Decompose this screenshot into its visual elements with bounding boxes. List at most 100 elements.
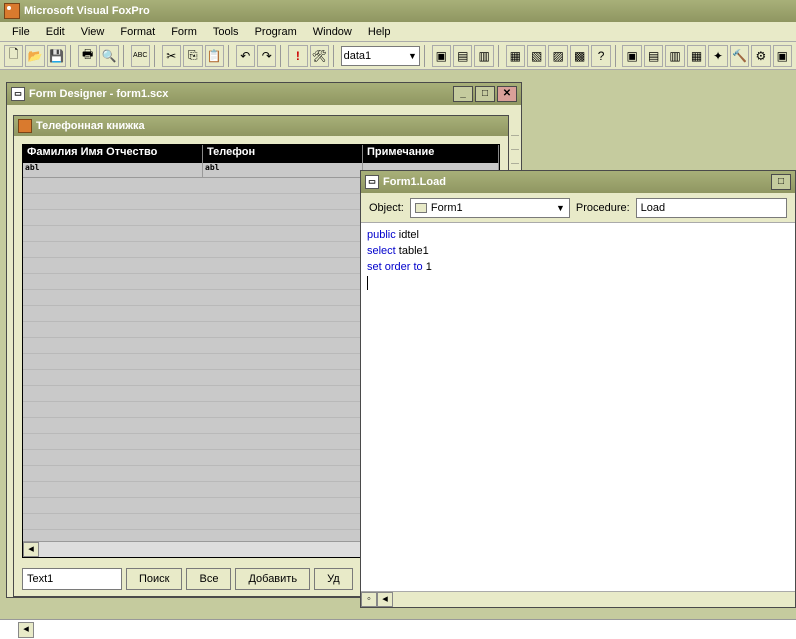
ext2-button[interactable]: ▤ bbox=[644, 45, 663, 67]
designed-form-title: Телефонная книжка bbox=[36, 120, 145, 132]
procedure-combo-value: Load bbox=[641, 202, 665, 214]
ext1-button[interactable]: ▣ bbox=[622, 45, 641, 67]
cut-button[interactable]: ✂ bbox=[162, 45, 181, 67]
ext7-button[interactable]: ▣ bbox=[773, 45, 792, 67]
spellcheck-button[interactable]: ABC bbox=[131, 45, 150, 67]
misc3-button[interactable]: ▨ bbox=[548, 45, 567, 67]
close-button[interactable]: ✕ bbox=[497, 86, 517, 102]
mdi-hscroll[interactable]: ◂ bbox=[0, 619, 796, 639]
menubar: File Edit View Format Form Tools Program… bbox=[0, 22, 796, 42]
maximize-button[interactable]: □ bbox=[771, 174, 791, 190]
code-editor-toolbar: Object: Form1 ▼ Procedure: Load bbox=[361, 193, 795, 223]
open-button[interactable]: 📂 bbox=[25, 45, 44, 67]
copy-button[interactable]: ⎘ bbox=[183, 45, 202, 67]
menu-format[interactable]: Format bbox=[112, 24, 163, 40]
form-designer-icon: ▭ bbox=[11, 87, 25, 101]
undo-button[interactable]: ↶ bbox=[236, 45, 255, 67]
ext5-button[interactable]: ✦ bbox=[708, 45, 727, 67]
separator bbox=[123, 45, 127, 67]
separator bbox=[333, 45, 337, 67]
window-button[interactable]: ▣ bbox=[432, 45, 451, 67]
separator bbox=[228, 45, 232, 67]
save-button[interactable]: 💾 bbox=[47, 45, 66, 67]
object-combo[interactable]: Form1 ▼ bbox=[410, 198, 570, 218]
menu-edit[interactable]: Edit bbox=[38, 24, 73, 40]
text1-input[interactable] bbox=[22, 568, 122, 590]
keyword: set order to bbox=[367, 261, 423, 273]
all-button[interactable]: Все bbox=[186, 568, 231, 590]
form-designer-title: Form Designer - form1.scx bbox=[29, 88, 168, 100]
app-title: Microsoft Visual FoxPro bbox=[24, 5, 150, 17]
database-combo-value: data1 bbox=[344, 50, 372, 62]
separator bbox=[498, 45, 502, 67]
help-button[interactable]: ? bbox=[591, 45, 610, 67]
code-editor-body[interactable]: public idtel select table1 set order to … bbox=[361, 223, 795, 591]
menu-form[interactable]: Form bbox=[163, 24, 205, 40]
ext4-button[interactable]: ▦ bbox=[687, 45, 706, 67]
maximize-button[interactable]: □ bbox=[475, 86, 495, 102]
scroll-anchor-icon[interactable]: ◦ bbox=[361, 592, 377, 607]
menu-program[interactable]: Program bbox=[247, 24, 305, 40]
menu-window[interactable]: Window bbox=[305, 24, 360, 40]
menu-tools[interactable]: Tools bbox=[205, 24, 247, 40]
menu-file[interactable]: File bbox=[4, 24, 38, 40]
code-editor-window: ▭ Form1.Load □ Object: Form1 ▼ Procedure… bbox=[360, 170, 796, 608]
new-button[interactable]: 🗋 bbox=[4, 45, 23, 67]
grid-header-tel[interactable]: Телефон bbox=[203, 145, 363, 163]
separator bbox=[280, 45, 284, 67]
browse-button[interactable]: ▥ bbox=[474, 45, 493, 67]
menu-view[interactable]: View bbox=[73, 24, 113, 40]
print-button[interactable]: 🖶 bbox=[78, 45, 97, 67]
scroll-left-icon[interactable]: ◂ bbox=[23, 542, 39, 557]
redo-button[interactable]: ↷ bbox=[257, 45, 276, 67]
paste-button[interactable]: 📋 bbox=[205, 45, 224, 67]
menu-help[interactable]: Help bbox=[360, 24, 399, 40]
search-button[interactable]: Поиск bbox=[126, 568, 182, 590]
delete-button[interactable]: Уд bbox=[314, 568, 353, 590]
code-editor-titlebar[interactable]: ▭ Form1.Load □ bbox=[361, 171, 795, 193]
grid-header-prim[interactable]: Примечание bbox=[363, 145, 499, 163]
build-button[interactable]: 🔨 bbox=[730, 45, 749, 67]
separator bbox=[424, 45, 428, 67]
grid-header-fio[interactable]: Фамилия Имя Отчество bbox=[23, 145, 203, 163]
procedure-combo[interactable]: Load bbox=[636, 198, 787, 218]
scroll-left-icon[interactable]: ◂ bbox=[377, 592, 393, 607]
keyword: select bbox=[367, 245, 396, 257]
foxpro-icon bbox=[18, 119, 32, 133]
object-label: Object: bbox=[369, 202, 404, 214]
misc1-button[interactable]: ▦ bbox=[506, 45, 525, 67]
form-button[interactable]: ▤ bbox=[453, 45, 472, 67]
add-button[interactable]: Добавить bbox=[235, 568, 310, 590]
toolbar: 🗋 📂 💾 🖶 🔍 ABC ✂ ⎘ 📋 ↶ ↷ ! 🛠 data1 ▼ ▣ ▤ … bbox=[0, 42, 796, 70]
code-editor-hscroll[interactable]: ◦ ◂ bbox=[361, 591, 795, 607]
code-editor-title: Form1.Load bbox=[383, 176, 446, 188]
ext6-button[interactable]: ⚙ bbox=[751, 45, 770, 67]
separator bbox=[615, 45, 619, 67]
minimize-button[interactable]: _ bbox=[453, 86, 473, 102]
object-combo-value: Form1 bbox=[431, 202, 463, 214]
form-designer-titlebar[interactable]: ▭ Form Designer - form1.scx _ □ ✕ bbox=[7, 83, 521, 105]
separator bbox=[70, 45, 74, 67]
database-combo[interactable]: data1 ▼ bbox=[341, 46, 420, 66]
foxpro-icon bbox=[4, 3, 20, 19]
app-titlebar: Microsoft Visual FoxPro bbox=[0, 0, 796, 22]
code-text: idtel bbox=[396, 229, 419, 241]
keyword: public bbox=[367, 229, 396, 241]
procedure-label: Procedure: bbox=[576, 202, 630, 214]
code-window-icon: ▭ bbox=[365, 175, 379, 189]
code-text: table1 bbox=[396, 245, 429, 257]
misc2-button[interactable]: ▧ bbox=[527, 45, 546, 67]
modify-button[interactable]: 🛠 bbox=[310, 45, 329, 67]
run-button[interactable]: ! bbox=[288, 45, 307, 67]
form-icon bbox=[415, 203, 427, 213]
ext3-button[interactable]: ▥ bbox=[665, 45, 684, 67]
designed-form-titlebar: Телефонная книжка bbox=[14, 116, 508, 136]
scroll-left-icon[interactable]: ◂ bbox=[18, 622, 34, 638]
grid-textbox-marker[interactable]: abl bbox=[23, 163, 203, 177]
grid-header: Фамилия Имя Отчество Телефон Примечание bbox=[23, 145, 499, 163]
mdi-area: ▭ Form Designer - form1.scx _ □ ✕ Телефо… bbox=[0, 70, 796, 639]
grid-textbox-marker[interactable]: abl bbox=[203, 163, 363, 177]
preview-button[interactable]: 🔍 bbox=[99, 45, 118, 67]
misc4-button[interactable]: ▩ bbox=[570, 45, 589, 67]
chevron-down-icon: ▼ bbox=[408, 51, 417, 61]
